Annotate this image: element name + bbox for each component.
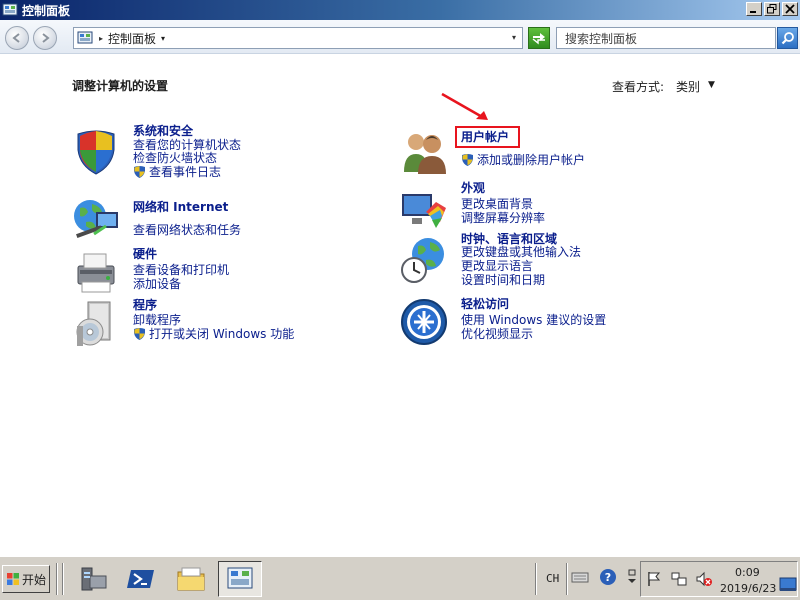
category-title-clock-language-region[interactable]: 时钟、语言和区域 <box>461 232 557 246</box>
accessibility-icon[interactable] <box>400 298 448 346</box>
taskbar: 开始 CH ? <box>0 556 800 600</box>
security-shield-icon[interactable] <box>72 128 120 176</box>
taskbar-separator <box>535 563 537 595</box>
action-center-flag-icon[interactable] <box>645 570 663 588</box>
taskbar-control-panel[interactable] <box>218 561 262 597</box>
close-button[interactable] <box>782 2 798 16</box>
back-button[interactable] <box>5 26 29 50</box>
start-label: 开始 <box>21 572 46 587</box>
link-uninstall-program[interactable]: 卸载程序 <box>133 313 181 327</box>
printer-icon[interactable] <box>72 248 120 296</box>
taskbar-powershell[interactable] <box>119 561 163 597</box>
link-adjust-resolution[interactable]: 调整屏幕分辨率 <box>461 211 545 225</box>
view-by-dropdown[interactable]: 类别 <box>676 78 700 95</box>
page-title: 调整计算机的设置 <box>72 79 169 93</box>
address-history-dropdown-icon[interactable]: ▾ <box>512 33 516 42</box>
windows-logo-icon <box>6 573 19 585</box>
restore-icon <box>767 4 777 14</box>
forward-arrow-icon <box>42 33 50 43</box>
link-view-network-status[interactable]: 查看网络状态和任务 <box>133 223 241 237</box>
link-add-remove-users[interactable]: 添加或删除用户帐户 <box>477 153 585 167</box>
link-windows-features[interactable]: 打开或关闭 Windows 功能 <box>149 327 294 341</box>
link-add-remove-users-row[interactable]: 添加或删除用户帐户 <box>461 153 585 167</box>
link-change-display-language[interactable]: 更改显示语言 <box>461 259 533 273</box>
back-arrow-icon <box>12 33 20 43</box>
folder-icon <box>177 567 205 591</box>
minimize-icon <box>750 11 756 13</box>
link-view-computer-status[interactable]: 查看您的计算机状态 <box>133 138 241 152</box>
link-windows-features-row[interactable]: 打开或关闭 Windows 功能 <box>133 327 294 341</box>
clock-time[interactable]: 0:09 <box>735 566 760 579</box>
breadcrumb-arrow-icon[interactable]: ▸ <box>99 34 103 43</box>
link-view-event-log-row[interactable]: 查看事件日志 <box>133 165 221 179</box>
start-button[interactable]: 开始 <box>2 565 50 593</box>
search-button[interactable] <box>777 27 798 49</box>
category-title-programs[interactable]: 程序 <box>133 298 157 312</box>
address-bar[interactable]: ▸ 控制面板 ▾ ▾ <box>73 27 523 49</box>
control-panel-icon <box>77 31 93 44</box>
programs-disc-icon[interactable] <box>72 300 120 348</box>
taskbar-separator <box>62 563 64 595</box>
breadcrumb[interactable]: 控制面板 <box>108 30 156 47</box>
uac-shield-icon <box>462 154 473 166</box>
show-desktop-icon[interactable] <box>779 576 797 594</box>
tray-options-icon[interactable] <box>623 568 641 586</box>
uac-shield-icon <box>134 166 145 178</box>
forward-button[interactable] <box>33 26 57 50</box>
window-controls <box>746 2 798 16</box>
keyboard-icon[interactable] <box>571 568 589 586</box>
taskbar-separator <box>566 563 568 595</box>
link-use-recommended-settings[interactable]: 使用 Windows 建议的设置 <box>461 313 606 327</box>
taskbar-server-manager[interactable] <box>71 561 115 597</box>
search-placeholder: 搜索控制面板 <box>565 31 638 46</box>
appearance-icon[interactable] <box>400 188 448 236</box>
control-panel-icon <box>227 567 253 589</box>
clock-globe-icon[interactable] <box>400 236 448 284</box>
category-title-ease-of-access[interactable]: 轻松访问 <box>461 297 509 311</box>
taskbar-explorer[interactable] <box>169 561 213 597</box>
language-indicator[interactable]: CH <box>546 572 559 585</box>
users-icon[interactable] <box>400 128 448 176</box>
server-manager-icon <box>81 567 107 591</box>
minimize-button[interactable] <box>746 2 762 16</box>
link-add-device[interactable]: 添加设备 <box>133 277 181 291</box>
link-change-keyboard[interactable]: 更改键盘或其他输入法 <box>461 245 581 259</box>
network-globe-icon[interactable] <box>72 196 120 244</box>
category-title-system-security[interactable]: 系统和安全 <box>133 124 193 138</box>
restore-button[interactable] <box>764 2 780 16</box>
svg-text:?: ? <box>605 571 611 584</box>
annotation-arrow-icon <box>441 92 488 120</box>
volume-muted-icon[interactable] <box>695 570 713 588</box>
search-input[interactable]: 搜索控制面板 <box>556 27 776 49</box>
link-view-devices-printers[interactable]: 查看设备和打印机 <box>133 263 229 277</box>
help-icon[interactable]: ? <box>599 568 617 586</box>
window-title: 控制面板 <box>22 3 71 18</box>
category-title-hardware[interactable]: 硬件 <box>133 247 157 261</box>
view-by-dropdown-icon[interactable]: ▼ <box>708 80 715 90</box>
category-title-user-accounts[interactable]: 用户帐户 <box>461 130 509 144</box>
link-set-time-date[interactable]: 设置时间和日期 <box>461 273 545 287</box>
control-panel-icon <box>2 3 18 16</box>
view-by-label: 查看方式: <box>612 80 665 94</box>
link-check-firewall[interactable]: 检查防火墙状态 <box>133 151 217 165</box>
breadcrumb-dropdown-icon[interactable]: ▾ <box>161 34 165 43</box>
close-icon <box>785 4 795 14</box>
link-view-event-log[interactable]: 查看事件日志 <box>149 165 221 179</box>
uac-shield-icon <box>134 328 145 340</box>
refresh-icon <box>532 33 545 45</box>
search-icon <box>781 32 794 45</box>
network-status-icon[interactable] <box>670 570 688 588</box>
link-optimize-video[interactable]: 优化视频显示 <box>461 327 533 341</box>
title-bar: 控制面板 <box>0 0 800 20</box>
refresh-button[interactable] <box>528 27 550 49</box>
navigation-bar: ▸ 控制面板 ▾ ▾ 搜索控制面板 <box>0 20 800 54</box>
clock-date[interactable]: 2019/6/23 <box>720 582 776 595</box>
link-change-desktop-background[interactable]: 更改桌面背景 <box>461 197 533 211</box>
powershell-icon <box>127 570 154 588</box>
category-title-appearance[interactable]: 外观 <box>461 181 485 195</box>
taskbar-separator <box>56 563 58 595</box>
category-title-network-internet[interactable]: 网络和 Internet <box>133 200 228 214</box>
